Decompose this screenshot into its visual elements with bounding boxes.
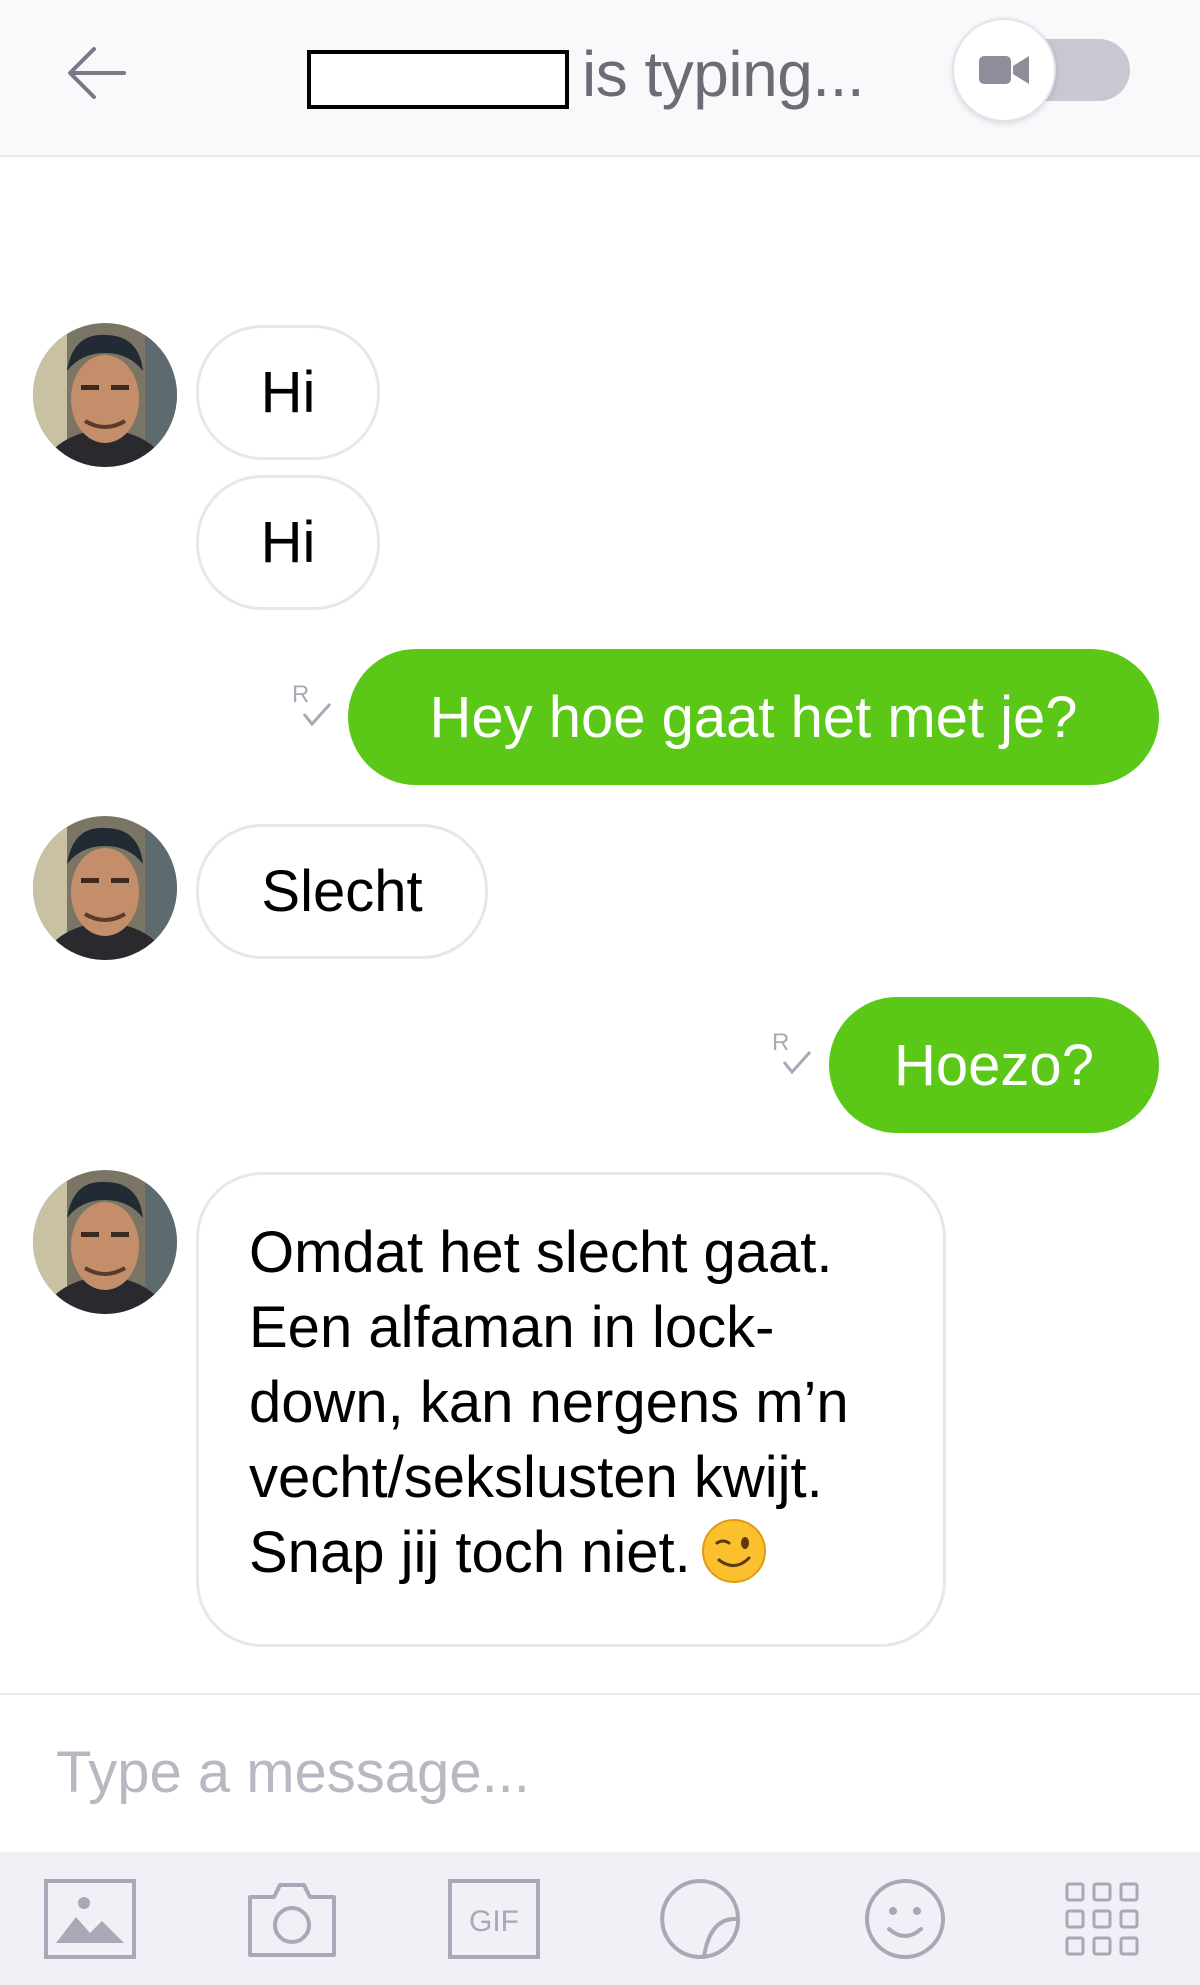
image-icon — [44, 1879, 136, 1959]
video-camera-icon — [979, 56, 1029, 84]
svg-text:R: R — [772, 1029, 789, 1056]
gif-button[interactable]: GIF — [444, 1874, 544, 1964]
avatar-image — [33, 1170, 177, 1314]
message-bubble-incoming: Omdat het slecht gaat. Een alfaman in lo… — [196, 1172, 946, 1647]
message-line: Omdat het slecht gaat. — [249, 1220, 833, 1285]
emoji-button[interactable] — [855, 1874, 955, 1964]
svg-text:R: R — [292, 681, 309, 708]
arrow-left-icon — [68, 47, 126, 99]
message-bubble-outgoing: Hoezo? — [829, 997, 1159, 1133]
video-call-toggle[interactable] — [950, 18, 1138, 124]
message-bubble-incoming: Hi — [196, 475, 380, 610]
message-text: Hi — [260, 360, 316, 425]
message-input[interactable] — [56, 1734, 1156, 1810]
message-bubble-outgoing: Hey hoe gaat het met je? — [348, 649, 1159, 785]
more-apps-button[interactable] — [1052, 1874, 1152, 1964]
winking-face-emoji — [701, 1519, 766, 1583]
attachment-toolbar: GIF — [0, 1852, 1200, 1985]
gif-label: GIF — [469, 1905, 519, 1938]
contact-avatar[interactable] — [33, 323, 177, 467]
contact-avatar[interactable] — [33, 816, 177, 960]
smiley-icon — [865, 1879, 945, 1959]
message-bubble-incoming: Slecht — [196, 824, 488, 959]
camera-button[interactable] — [242, 1874, 342, 1964]
back-button[interactable] — [60, 36, 134, 110]
message-text: Hoezo? — [894, 1032, 1094, 1098]
message-line: down, kan nergens m’n — [249, 1370, 849, 1435]
read-receipt-icon: R — [292, 681, 332, 727]
message-line-last: Snap jij toch niet. — [249, 1515, 923, 1590]
avatar-image — [33, 323, 177, 467]
message-text: Hey hoe gaat het met je? — [429, 684, 1078, 750]
typing-status: is typing... — [582, 38, 865, 110]
input-divider — [0, 1693, 1200, 1695]
gif-icon: GIF — [448, 1879, 540, 1959]
read-receipt-icon: R — [772, 1029, 812, 1075]
chat-header: is typing... — [0, 0, 1200, 157]
sticker-icon — [660, 1878, 740, 1959]
message-bubble-incoming: Hi — [196, 325, 380, 460]
sticker-button[interactable] — [650, 1874, 750, 1964]
message-text: Hi — [260, 510, 316, 575]
camera-icon — [248, 1883, 336, 1957]
message-line: vecht/sekslusten kwijt. — [249, 1445, 823, 1510]
avatar-image — [33, 816, 177, 960]
toggle-knob — [952, 18, 1056, 122]
message-line: Een alfaman in lock- — [249, 1295, 775, 1360]
message-line: Snap jij toch niet. — [249, 1520, 691, 1585]
gallery-button[interactable] — [40, 1874, 140, 1964]
apps-grid-icon — [1065, 1882, 1139, 1956]
contact-name-redacted — [307, 50, 569, 109]
message-text: Slecht — [261, 859, 423, 924]
contact-avatar[interactable] — [33, 1170, 177, 1314]
